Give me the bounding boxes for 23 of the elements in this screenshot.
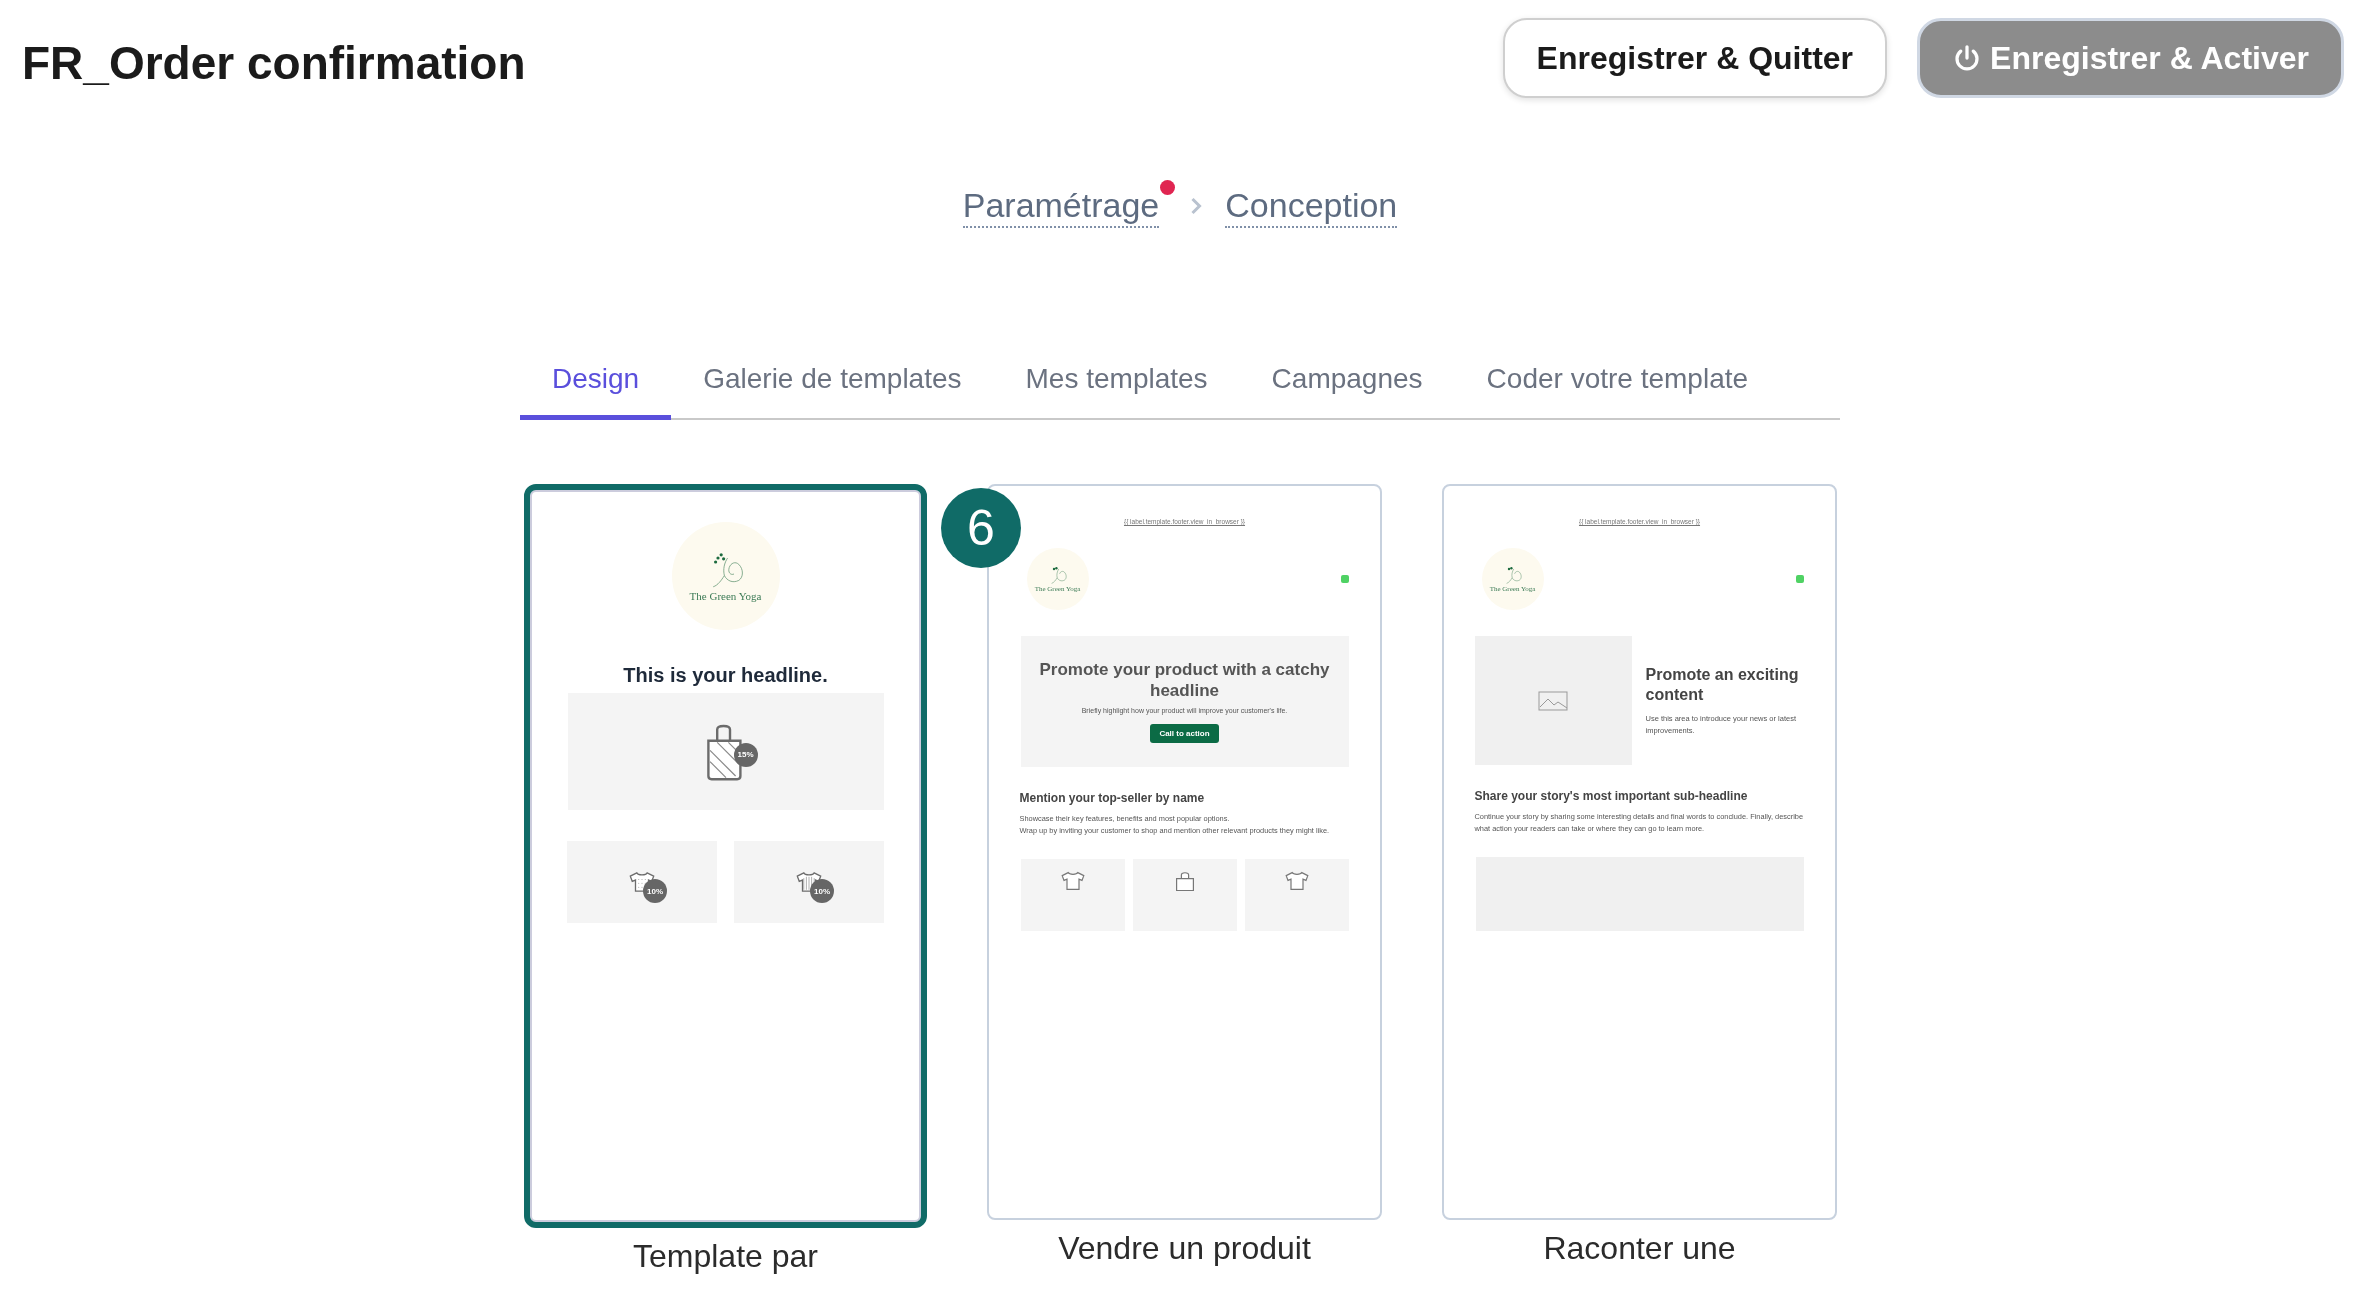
cta-button[interactable]: Call to action — [1150, 724, 1219, 744]
email-subheadline: Share your story's most important sub-headline — [1474, 789, 1749, 803]
template-caption: Vendre un produit — [1058, 1230, 1311, 1267]
email-headline: This is your headline. — [623, 664, 828, 687]
email-headline: Promote an exciting content — [1645, 664, 1800, 705]
discount-badge: 10% — [643, 879, 667, 903]
page-title: FR_Order confirmation — [22, 36, 526, 90]
tab[interactable]: Galerie de templates — [671, 355, 994, 420]
save-button[interactable]: Enregistrer & Quitter — [1502, 18, 1888, 98]
tab[interactable]: Campagnes — [1239, 355, 1455, 420]
tab[interactable]: Design — [520, 355, 672, 420]
logo-text: The Green Yoga — [689, 590, 762, 602]
template-caption: Raconter une — [1543, 1230, 1736, 1267]
email-headline: Promote your product with a catchy headline — [1038, 660, 1331, 702]
email-subheadline: Mention your top-seller by name — [1019, 791, 1206, 806]
step-link[interactable]: Conception — [1225, 186, 1398, 228]
discount-badge: 10% — [810, 879, 834, 903]
step-number-badge: 6 — [941, 488, 1021, 568]
template-caption: Template par — [633, 1238, 818, 1275]
tab[interactable]: Mes templates — [993, 355, 1240, 420]
template-card[interactable]: The Green Yoga This is your headline. 15% 10% 10% — [524, 484, 927, 1228]
tab[interactable]: Coder votre template — [1454, 355, 1781, 420]
step-link[interactable]: Paramétrage — [962, 186, 1160, 228]
